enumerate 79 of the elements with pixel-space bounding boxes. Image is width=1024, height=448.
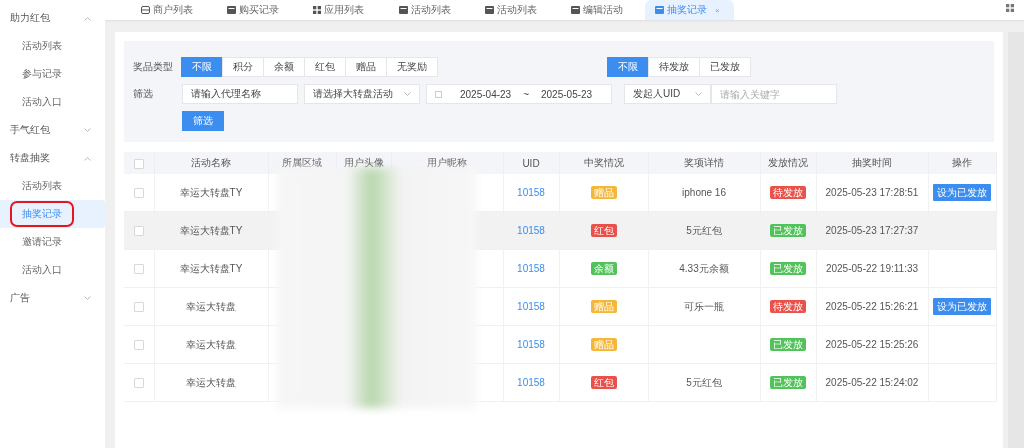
status-tag: 待发放: [770, 186, 806, 199]
activity-name: 幸运大转盘: [186, 376, 236, 388]
uid-link[interactable]: 10158: [517, 339, 545, 350]
prize-detail: 5元红包: [686, 224, 722, 236]
filter-option[interactable]: 不限: [181, 57, 223, 77]
draw-time: 2025-05-23 17:27:37: [825, 225, 919, 236]
sidebar-group[interactable]: 手气红包: [0, 116, 105, 144]
filter-option[interactable]: 不限: [607, 57, 649, 77]
draw-time: 2025-05-22 15:26:21: [825, 301, 919, 312]
sidebar-item[interactable]: 邀请记录: [0, 228, 105, 256]
draw-time: 2025-05-23 17:28:51: [825, 187, 919, 198]
prize-tag: 红包: [590, 376, 617, 389]
tab[interactable]: 编辑活动: [559, 0, 645, 20]
column-header: 发放情况: [768, 157, 808, 168]
column-header: 操作: [952, 157, 972, 168]
prize-detail: 4.33元余额: [679, 262, 729, 274]
column-header: 中奖情况: [583, 157, 624, 168]
status-tag: 已发放: [770, 262, 806, 275]
filter-option[interactable]: 无奖励: [386, 57, 438, 77]
prize-tag: 赠品: [590, 338, 617, 351]
keyword-field[interactable]: 请输入关键字: [711, 84, 837, 104]
prize-tag: 余额: [590, 262, 617, 275]
column-header: 抽奖时间: [852, 157, 892, 168]
filter-option[interactable]: 待发放: [648, 57, 700, 77]
status-tag: 已发放: [770, 224, 806, 237]
tab[interactable]: 活动列表: [473, 0, 559, 20]
sidebar-item[interactable]: 活动入口: [0, 256, 105, 284]
uid-link[interactable]: 10158: [517, 263, 545, 274]
mark-issued-button[interactable]: 设为已发放: [933, 184, 991, 201]
prize-detail: iphone 16: [682, 187, 726, 198]
prize-tag: 红包: [590, 224, 617, 237]
column-header: 所属区域: [282, 157, 322, 168]
sidebar-group[interactable]: 转盘抽奖: [0, 144, 105, 172]
filter-button[interactable]: 筛选: [182, 111, 224, 131]
uid-select[interactable]: 发起人UID: [624, 84, 711, 104]
uid-link[interactable]: 10158: [517, 377, 545, 388]
status-tag: 已发放: [770, 376, 806, 389]
activity-name: 幸运大转盘TY: [179, 224, 243, 236]
mark-issued-button[interactable]: 设为已发放: [933, 298, 991, 315]
agent-name-field[interactable]: 请输入代理名称: [182, 84, 298, 104]
activity-name: 幸运大转盘TY: [179, 262, 243, 274]
draw-time: 2025-05-22 19:11:33: [825, 263, 919, 274]
field-label: 筛选: [132, 87, 154, 101]
column-header: UID: [522, 157, 540, 169]
sidebar-item[interactable]: 活动入口: [0, 88, 105, 116]
column-header: 用户头像: [343, 157, 384, 168]
activity-name: 幸运大转盘TY: [179, 186, 243, 198]
date-range-field[interactable]: 2025-04-23 ~ 2025-05-23: [426, 84, 612, 104]
sidebar-item[interactable]: 活动列表: [0, 32, 105, 60]
status-tag: 已发放: [770, 338, 806, 351]
prize-detail: 5元红包: [686, 376, 722, 388]
draw-time: 2025-05-22 15:25:26: [825, 339, 919, 350]
tab[interactable]: 购买记录: [215, 0, 301, 20]
tab[interactable]: 应用列表: [301, 0, 387, 20]
column-header: 活动名称: [191, 157, 231, 168]
activity-select[interactable]: 请选择大转盘活动: [304, 84, 420, 104]
tab[interactable]: 活动列表: [387, 0, 473, 20]
sidebar-item[interactable]: 参与记录: [0, 60, 105, 88]
filter-option[interactable]: 积分: [222, 57, 264, 77]
prize-tag: 赠品: [590, 186, 617, 199]
filter-option[interactable]: 余额: [263, 57, 305, 77]
activity-name: 幸运大转盘: [186, 338, 236, 350]
sidebar-item[interactable]: 活动列表: [0, 172, 105, 200]
activity-name: 幸运大转盘: [186, 300, 236, 312]
sidebar-group[interactable]: 广告: [0, 284, 105, 312]
field-label: 奖品类型: [132, 60, 174, 74]
status-tag: 待发放: [770, 300, 806, 313]
prize-detail: 可乐一瓶: [684, 300, 724, 312]
uid-link[interactable]: 10158: [517, 187, 545, 198]
column-header: 用户昵称: [427, 157, 467, 168]
filter-option[interactable]: 红包: [304, 57, 346, 77]
filter-option[interactable]: 赠品: [345, 57, 387, 77]
draw-time: 2025-05-22 15:24:02: [825, 377, 919, 388]
sidebar-group[interactable]: 助力红包: [0, 4, 105, 32]
column-header: 奖项详情: [684, 157, 724, 168]
uid-link[interactable]: 10158: [517, 301, 545, 312]
prize-tag: 赠品: [590, 300, 617, 313]
tab[interactable]: 商户列表: [129, 0, 215, 20]
filter-option[interactable]: 已发放: [699, 57, 751, 77]
